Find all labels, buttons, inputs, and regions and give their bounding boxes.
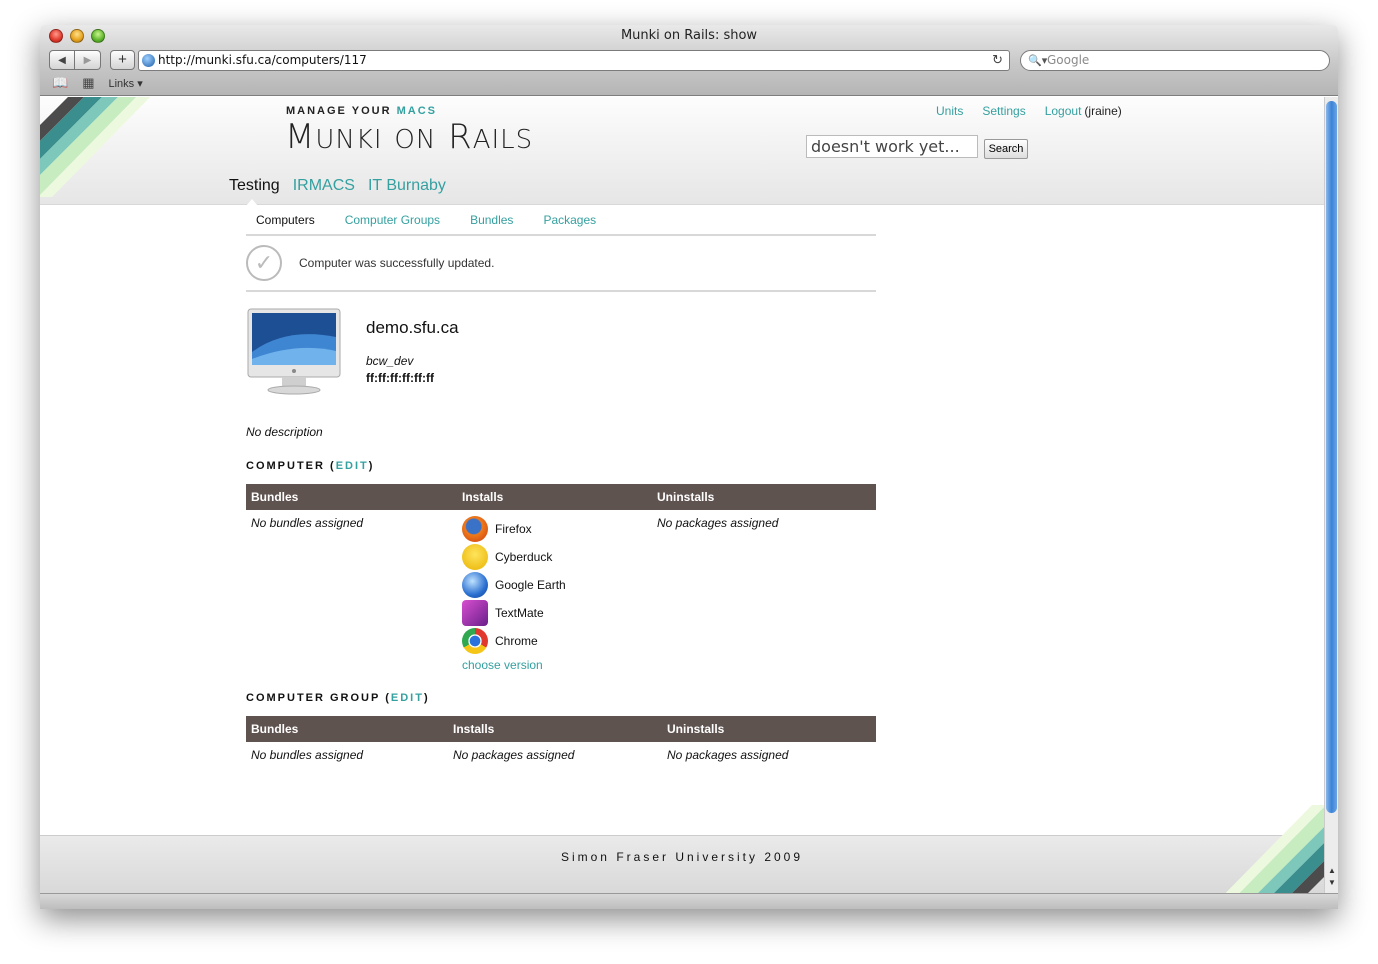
- firefox-icon: [462, 516, 488, 542]
- current-user: (jraine): [1084, 104, 1122, 118]
- group-column-header-uninstalls: Uninstalls: [662, 716, 876, 742]
- bookmarks-links-menu[interactable]: Links ▾: [108, 77, 142, 90]
- account-links: Units Settings Logout (jraine): [936, 104, 1122, 118]
- edit-computer-group-link[interactable]: EDIT: [391, 692, 424, 704]
- flash-message: Computer was successfully updated.: [299, 256, 495, 270]
- vertical-scrollbar[interactable]: ▲ ▼: [1324, 97, 1338, 893]
- table-row: No bundles assigned No packages assigned…: [246, 742, 876, 768]
- package-item-textmate[interactable]: TextMate: [462, 598, 647, 628]
- computer-mac-address: ff:ff:ff:ff:ff:ff: [366, 371, 434, 385]
- decorative-stripes-bottom-right: [1225, 805, 1324, 893]
- site-footer: Simon Fraser University 2009: [40, 805, 1324, 893]
- forward-button[interactable]: ▶: [75, 50, 101, 70]
- site-search-input[interactable]: doesn't work yet...: [806, 135, 978, 158]
- window-title: Munki on Rails: show: [620, 28, 758, 43]
- unit-tab-it-burnaby[interactable]: IT Burnaby: [368, 177, 446, 195]
- group-column-header-bundles: Bundles: [246, 716, 448, 742]
- computer-description: No description: [246, 425, 323, 439]
- column-header-bundles: Bundles: [246, 484, 457, 510]
- package-item-google-earth[interactable]: Google Earth: [462, 570, 647, 600]
- package-item-chrome[interactable]: Chrome: [462, 626, 647, 656]
- back-button[interactable]: ◀: [49, 50, 75, 70]
- decorative-stripes-top-left: [40, 97, 151, 197]
- browser-search-field[interactable]: 🔍▾ Google: [1020, 50, 1330, 71]
- main-content: Computers Computer Groups Bundles Packag…: [246, 205, 876, 768]
- bundles-cell: No bundles assigned: [251, 516, 364, 530]
- group-bundles-cell: No bundles assigned: [251, 748, 364, 762]
- table-row: No bundles assigned Firefox Cyberduck Go…: [246, 510, 876, 678]
- group-uninstalls-cell: No packages assigned: [667, 748, 789, 762]
- edit-computer-link[interactable]: EDIT: [336, 460, 369, 472]
- history-nav: ◀ ▶: [49, 50, 101, 70]
- chrome-icon: [462, 628, 488, 654]
- status-bar: [40, 893, 1338, 909]
- computer-name: demo.sfu.ca: [366, 318, 459, 337]
- section-nav: Computers Computer Groups Bundles Packag…: [246, 205, 876, 236]
- imac-icon: [247, 308, 341, 395]
- tagline: MANAGE YOUR MACS: [286, 105, 437, 117]
- unit-tab-irmacs[interactable]: IRMACS: [293, 177, 355, 195]
- textmate-icon: [462, 600, 488, 626]
- footer-text: Simon Fraser University 2009: [560, 850, 804, 864]
- subnav-computers[interactable]: Computers: [256, 213, 315, 227]
- reload-icon[interactable]: ↻: [992, 51, 1003, 70]
- choose-version-link[interactable]: choose version: [462, 658, 647, 672]
- browser-window: Munki on Rails: show ◀ ▶ + http://munki.…: [40, 25, 1338, 909]
- unit-tabs: Testing IRMACS IT Burnaby: [229, 177, 446, 195]
- site-search-button[interactable]: Search: [984, 139, 1028, 159]
- scrollbar-thumb[interactable]: [1326, 101, 1337, 813]
- subnav-computer-groups[interactable]: Computer Groups: [345, 213, 440, 227]
- site-header: MANAGE YOUR MACS MUNKI ON RAILS Units Se…: [40, 97, 1324, 206]
- uninstalls-cell: No packages assigned: [657, 516, 779, 530]
- scroll-arrows[interactable]: ▲ ▼: [1326, 865, 1338, 889]
- search-icon: 🔍▾: [1028, 54, 1048, 67]
- top-sites-grid-icon[interactable]: ▦: [82, 75, 94, 91]
- computer-packages-table: Bundles Installs Uninstalls No bundles a…: [246, 484, 876, 678]
- cyberduck-icon: [462, 544, 488, 570]
- bookmarks-book-icon[interactable]: 📖: [52, 75, 68, 91]
- browser-titlebar: Munki on Rails: show ◀ ▶ + http://munki.…: [40, 25, 1338, 96]
- settings-link[interactable]: Settings: [982, 104, 1025, 118]
- bookmarks-bar: 📖 ▦ Links ▾: [52, 75, 143, 91]
- browser-search-placeholder: Google: [1047, 53, 1090, 67]
- computer-section-heading: COMPUTER (EDIT): [246, 460, 375, 472]
- subnav-bundles[interactable]: Bundles: [470, 213, 513, 227]
- globe-icon: [142, 54, 155, 67]
- url-text: http://munki.sfu.ca/computers/117: [158, 53, 367, 67]
- unit-tab-testing[interactable]: Testing: [229, 177, 280, 195]
- computer-group-packages-table: Bundles Installs Uninstalls No bundles a…: [246, 716, 876, 768]
- column-header-uninstalls: Uninstalls: [652, 484, 876, 510]
- group-installs-cell: No packages assigned: [453, 748, 575, 762]
- computer-user: bcw_dev: [366, 354, 414, 368]
- group-column-header-installs: Installs: [448, 716, 662, 742]
- package-item-cyberduck[interactable]: Cyberduck: [462, 542, 647, 572]
- page-content: MANAGE YOUR MACS MUNKI ON RAILS Units Se…: [40, 97, 1324, 893]
- flash-notice: ✓ Computer was successfully updated.: [246, 236, 876, 292]
- google-earth-icon: [462, 572, 488, 598]
- units-link[interactable]: Units: [936, 104, 963, 118]
- logout-link[interactable]: Logout: [1045, 104, 1082, 118]
- package-item-firefox[interactable]: Firefox: [462, 514, 647, 544]
- site-logo[interactable]: MUNKI ON RAILS: [285, 117, 533, 157]
- subnav-packages[interactable]: Packages: [543, 213, 596, 227]
- installs-cell: Firefox Cyberduck Google Earth TextMate …: [457, 510, 652, 678]
- add-bookmark-button[interactable]: +: [110, 50, 135, 70]
- computer-summary: demo.sfu.ca bcw_dev ff:ff:ff:ff:ff:ff: [246, 292, 876, 425]
- checkmark-icon: ✓: [246, 245, 282, 281]
- computer-group-section-heading: COMPUTER GROUP (EDIT): [246, 692, 430, 704]
- column-header-installs: Installs: [457, 484, 652, 510]
- address-bar[interactable]: http://munki.sfu.ca/computers/117 ↻: [138, 50, 1010, 71]
